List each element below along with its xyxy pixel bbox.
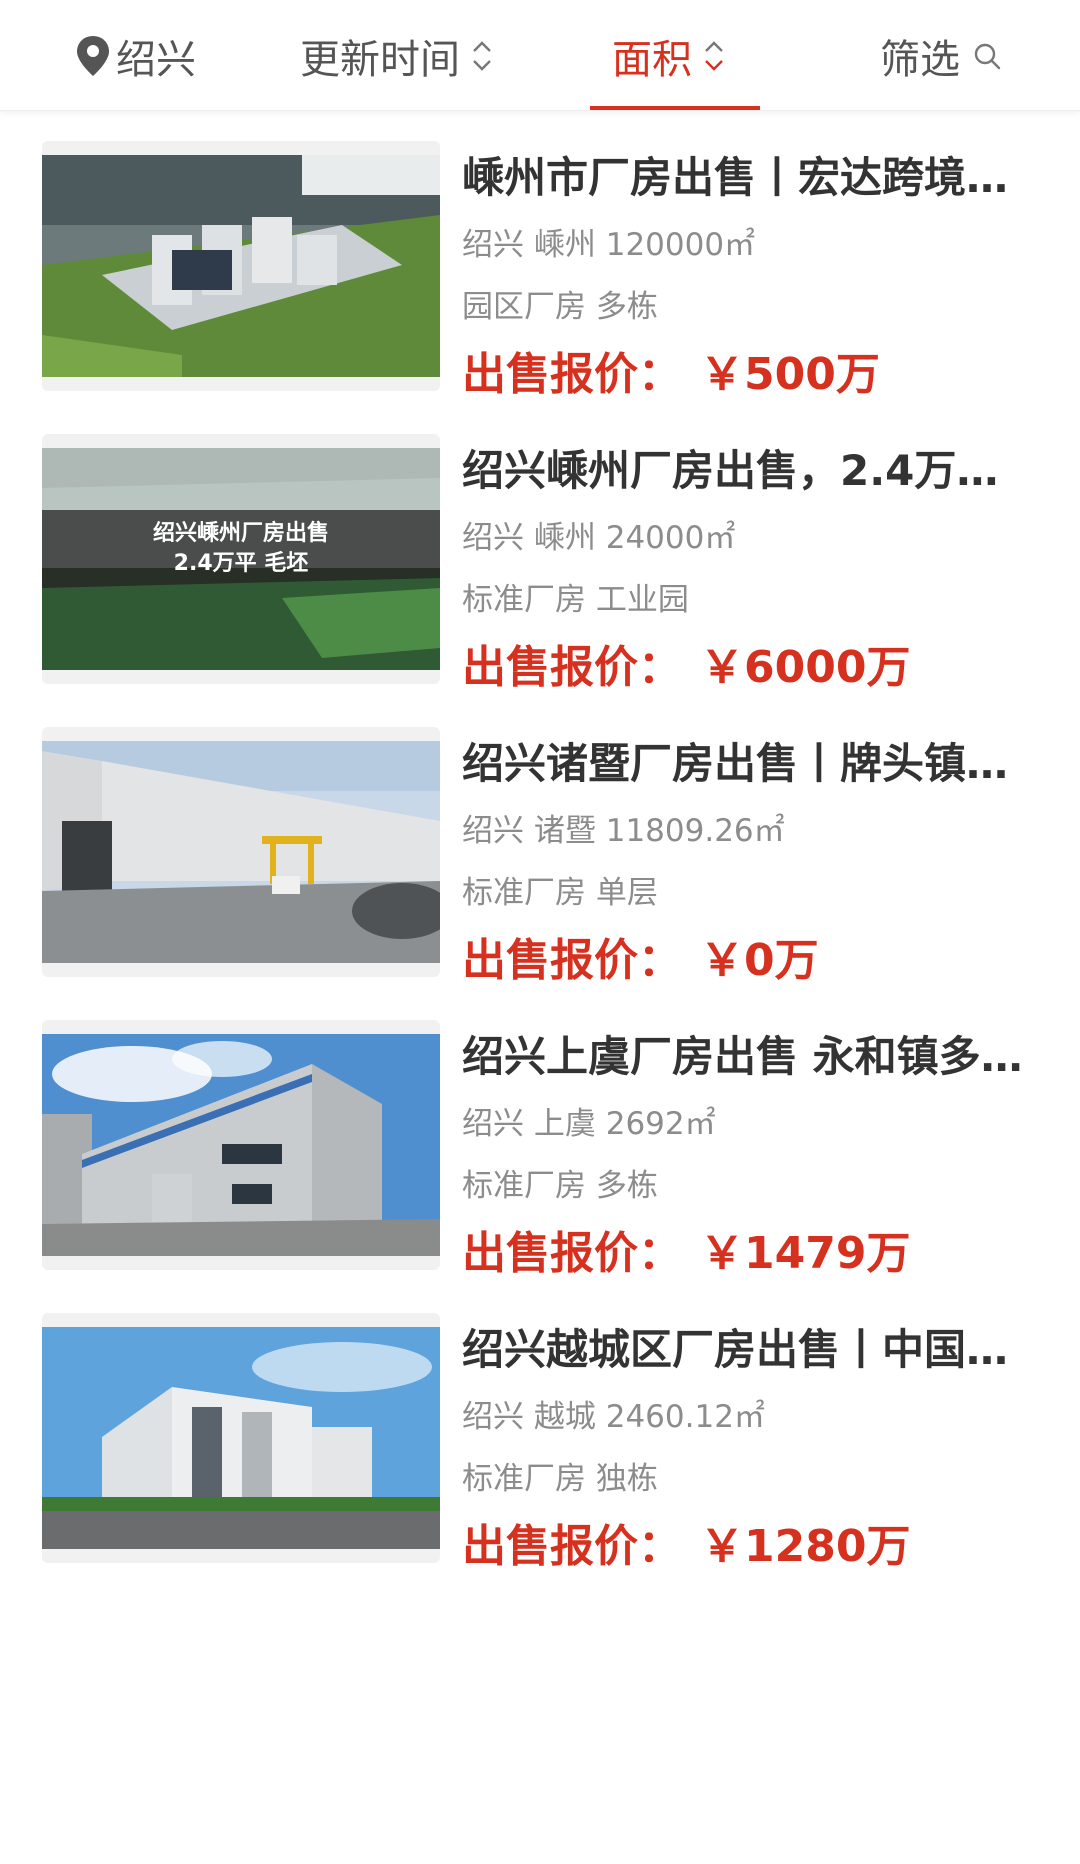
listing-area: 11809.26㎡ [605,813,785,849]
listing-tags: 标准厂房 独栋 [462,1461,658,1497]
aerial-factory-photo: 绍兴嵊州厂房出售 2.4万平 毛坯 [42,434,440,684]
listing-district: 上虞 [533,1106,596,1142]
listing-title: 绍兴越城区厂房出售丨中国轻纺城 [462,1325,1032,1374]
listing-city: 绍兴 [462,813,524,849]
listing-location-area: 绍兴 诸暨 11809.26㎡ [462,811,1032,851]
filter-button[interactable]: 筛选 [880,0,1002,111]
image-caption-line1: 绍兴嵊州厂房出售 [153,520,329,546]
price-label: 出售报价： [462,935,682,986]
listing-city: 绍兴 [462,227,524,263]
sort-updown-icon [473,40,491,71]
listing-card[interactable]: 绍兴越城区厂房出售丨中国轻纺城 绍兴 越城 2460.12㎡ 标准厂房 独栋 出… [42,1283,1032,1573]
sort-updown-icon [705,40,723,71]
single-storey-factory-photo [42,727,440,977]
listing-location-area: 绍兴 上虞 2692㎡ [462,1104,1032,1144]
listing-tags: 园区厂房 多栋 [462,289,658,325]
listing-price: 出售报价： ￥1280万 [462,1517,1032,1577]
listing-area: 2692㎡ [605,1106,716,1142]
location-pin-icon [77,35,109,76]
listing-location-area: 绍兴 嵊州 120000㎡ [462,225,1032,265]
listing-price: 出售报价： ￥500万 [462,345,1032,405]
listing-tags: 标准厂房 单层 [462,875,658,911]
listing-card[interactable]: 绍兴上虞厂房出售 永和镇多栋厂房 绍兴 上虞 2692㎡ 标准厂房 多栋 出售报… [42,990,1032,1280]
active-tab-indicator [590,106,760,110]
listing-location-area: 绍兴 嵊州 24000㎡ [462,518,1032,558]
price-value: ￥1280万 [700,1521,911,1572]
listing-card[interactable]: 绍兴诸暨厂房出售丨牌头镇单层厂房 绍兴 诸暨 11809.26㎡ 标准厂房 单层… [42,697,1032,987]
listing-title: 绍兴诸暨厂房出售丨牌头镇单层厂房 [462,739,1032,788]
listing-area: 2460.12㎡ [605,1399,765,1435]
listing-card[interactable]: 嵊州市厂房出售丨宏达跨境电商科技园 绍兴 嵊州 120000㎡ 园区厂房 多栋 … [42,111,1032,401]
listing-area: 24000㎡ [605,520,736,556]
price-label: 出售报价： [462,642,682,693]
area-sort[interactable]: 面积 [612,0,726,111]
area-label: 面积 [612,36,692,83]
filter-bar: 绍兴 更新时间 面积 筛选 [0,0,1080,111]
listing-location-area: 绍兴 越城 2460.12㎡ [462,1397,1032,1437]
steel-factory-photo [42,1020,440,1270]
listing-district: 嵊州 [533,520,596,556]
price-value: ￥1479万 [700,1228,911,1279]
price-label: 出售报价： [462,349,682,400]
factory-model-photo [42,141,440,391]
listing-card[interactable]: 绍兴嵊州厂房出售 2.4万平 毛坯 绍兴嵊州厂房出售，2.4万平 毛坯 绍兴 嵊… [42,404,1032,694]
listing-district: 越城 [533,1399,596,1435]
listing-tags: 标准厂房 工业园 [462,582,689,618]
listing-price: 出售报价： ￥1479万 [462,1224,1032,1284]
listing-title: 绍兴上虞厂房出售 永和镇多栋厂房 [462,1032,1032,1081]
price-label: 出售报价： [462,1521,682,1572]
standalone-factory-photo [42,1313,440,1563]
listing-area: 120000㎡ [605,227,756,263]
filter-label: 筛选 [880,36,960,83]
listing-city: 绍兴 [462,1106,524,1142]
price-value: ￥500万 [700,349,880,400]
listing-tags: 标准厂房 多栋 [462,1168,658,1204]
listing-city: 绍兴 [462,520,524,556]
image-caption-line2: 2.4万平 毛坯 [174,551,309,576]
listing-district: 嵊州 [533,227,596,263]
price-value: ￥0万 [700,935,819,986]
search-icon [974,43,1001,69]
listing-title: 嵊州市厂房出售丨宏达跨境电商科技园 [462,153,1032,202]
listing-city: 绍兴 [462,1399,524,1435]
listing-title: 绍兴嵊州厂房出售，2.4万平 毛坯 [462,446,1032,495]
price-value: ￥6000万 [700,642,911,693]
update-time-label: 更新时间 [300,36,460,83]
listing-price: 出售报价： ￥6000万 [462,638,1032,698]
location-label: 绍兴 [116,36,196,83]
location-filter[interactable]: 绍兴 [74,0,196,111]
listing-price: 出售报价： ￥0万 [462,931,1032,991]
listing-district: 诸暨 [533,813,596,849]
price-label: 出售报价： [462,1228,682,1279]
update-time-sort[interactable]: 更新时间 [300,0,494,111]
